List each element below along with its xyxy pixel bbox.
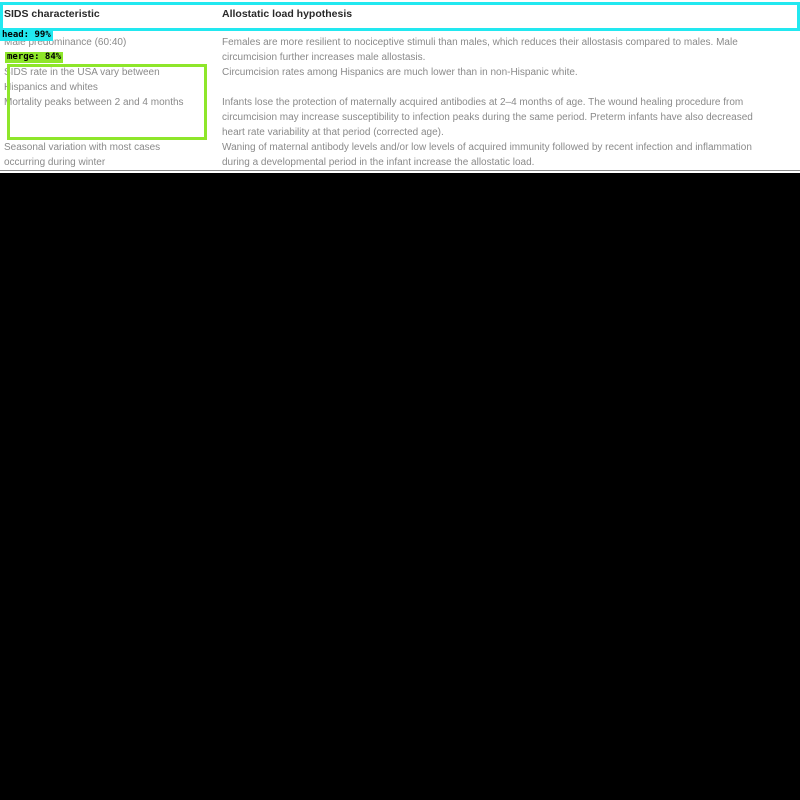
hypothesis-cell: Circumcision rates among Hispanics are m…: [222, 65, 796, 80]
merge-detection-label: merge: 84%: [5, 52, 64, 63]
merge-detection-box: [7, 64, 207, 140]
cell-line: during a developmental period in the inf…: [222, 157, 535, 168]
head-detection-box: [0, 2, 800, 31]
cell-line: Circumcision rates among Hispanics are m…: [222, 67, 578, 78]
hypothesis-cell: Females are more resilient to nociceptiv…: [222, 35, 796, 65]
cell-line: Infants lose the protection of maternall…: [222, 97, 744, 108]
cell-line: Seasonal variation with most cases: [4, 142, 161, 153]
hypothesis-cell: Waning of maternal antibody levels and/o…: [222, 140, 796, 170]
cell-line: occurring during winter: [4, 157, 106, 168]
hypothesis-cell: Infants lose the protection of maternall…: [222, 95, 796, 140]
cell-line: Females are more resilient to nociceptiv…: [222, 37, 738, 48]
cell-line: Waning of maternal antibody levels and/o…: [222, 142, 752, 153]
cell-line: circumcision further increases male allo…: [222, 52, 426, 63]
cell-line: heart rate variability at that period (c…: [222, 127, 444, 138]
cell-line: circumcision may increase susceptibility…: [222, 112, 753, 123]
characteristic-cell: Seasonal variation with most cases occur…: [4, 140, 204, 170]
head-detection-label: head: 99%: [0, 30, 53, 41]
table-bottom-rule: [0, 170, 800, 171]
